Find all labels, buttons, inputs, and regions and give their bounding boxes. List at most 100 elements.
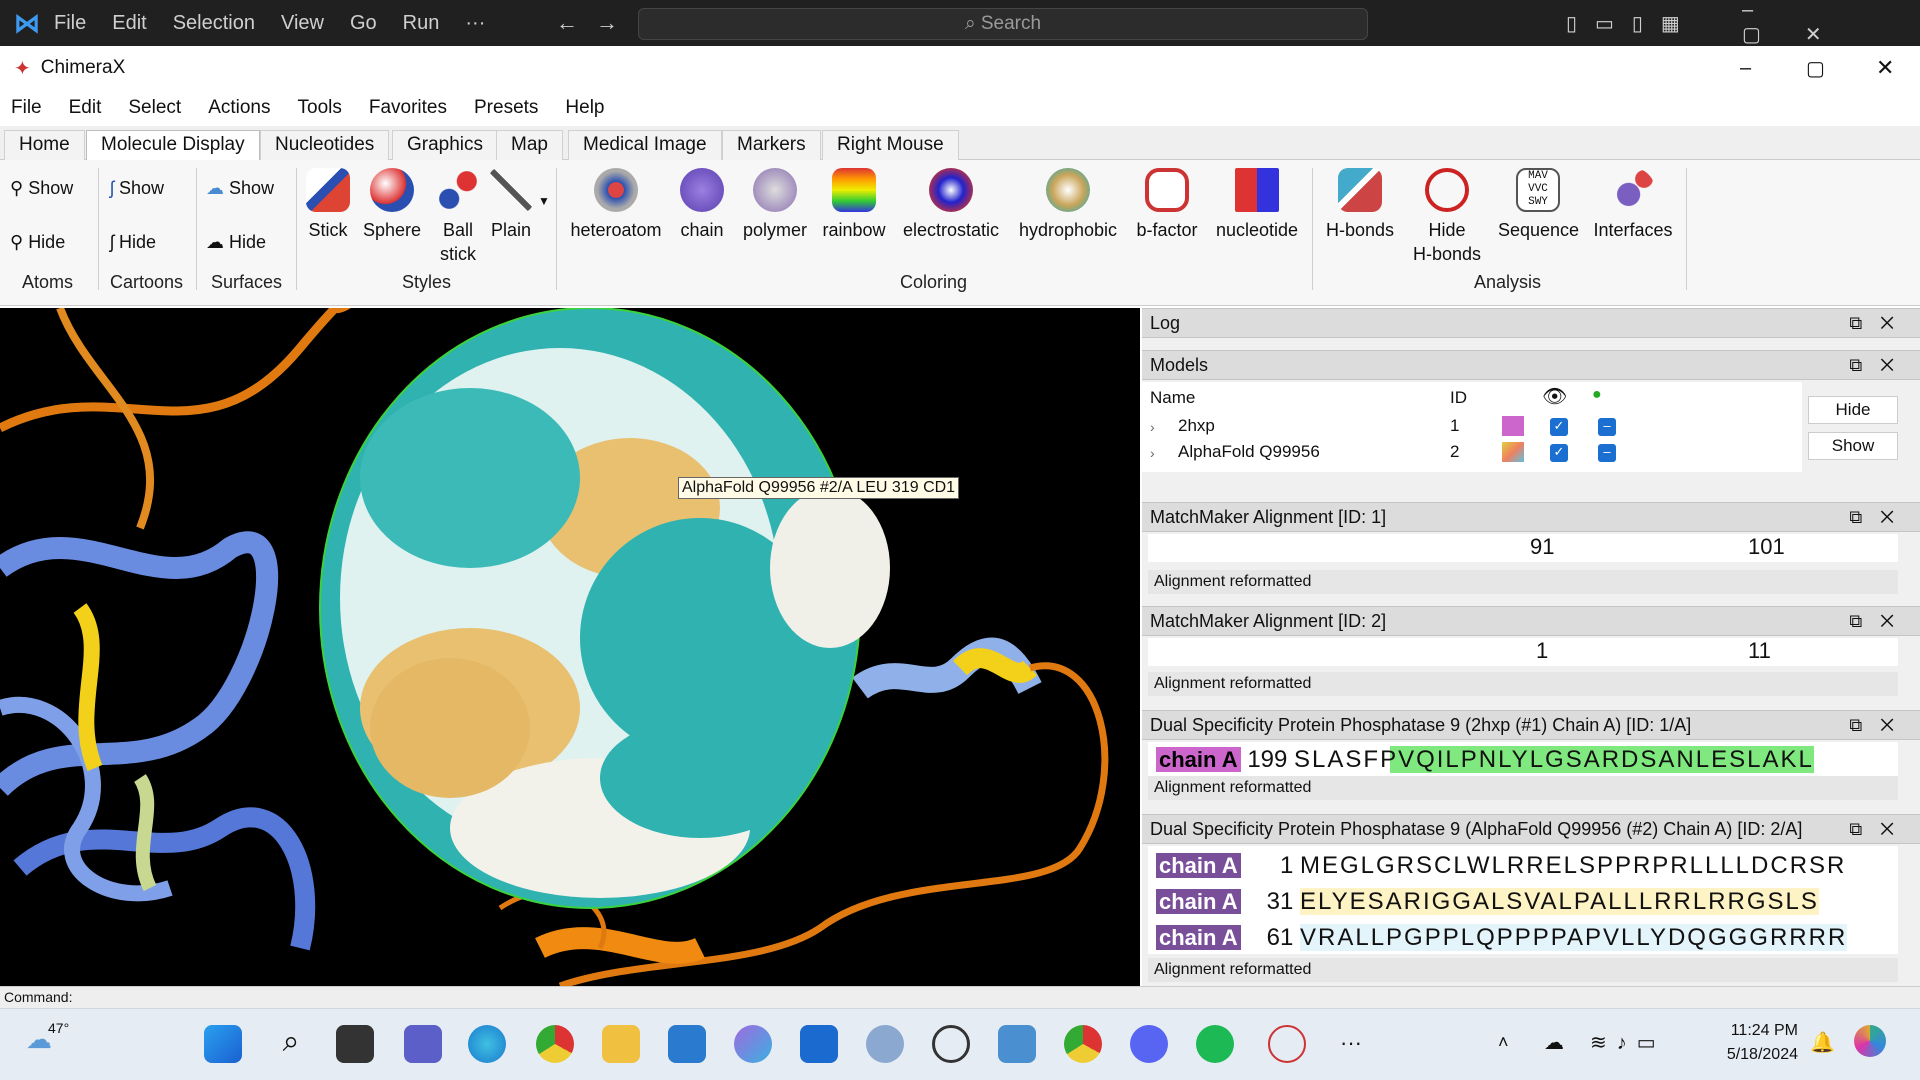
- chrome-icon[interactable]: [536, 1025, 574, 1063]
- models-hide-button[interactable]: Hide: [1808, 396, 1898, 424]
- color-rainbow-button[interactable]: rainbow: [822, 168, 886, 242]
- store-icon[interactable]: [668, 1025, 706, 1063]
- hide-hbonds-button[interactable]: Hide H-bonds: [1410, 168, 1484, 266]
- table-row[interactable]: › AlphaFold Q99956 2 ✓ –: [1150, 442, 1790, 466]
- menu-help[interactable]: Help: [565, 97, 604, 119]
- spotify-icon[interactable]: [1196, 1025, 1234, 1063]
- panel-controls[interactable]: ⧉✕: [1849, 503, 1912, 531]
- onedrive-icon[interactable]: ☁: [1544, 1030, 1564, 1055]
- tab-right-mouse[interactable]: Right Mouse: [822, 130, 959, 160]
- select-checkbox[interactable]: –: [1598, 418, 1616, 436]
- chevron-up-icon[interactable]: ˄: [1498, 1032, 1509, 1053]
- task-view-icon[interactable]: [336, 1025, 374, 1063]
- chatgpt-icon[interactable]: [932, 1025, 970, 1063]
- vs-menu-go[interactable]: Go: [350, 12, 377, 35]
- visible-checkbox[interactable]: ✓: [1550, 444, 1568, 462]
- more-icon[interactable]: ···: [1340, 1030, 1362, 1056]
- file-explorer-icon[interactable]: [602, 1025, 640, 1063]
- tab-map[interactable]: Map: [496, 130, 563, 160]
- tab-nucleotides[interactable]: Nucleotides: [260, 130, 390, 160]
- outlook-icon[interactable]: [800, 1025, 838, 1063]
- system-tray-icons[interactable]: ≋♪▭: [1590, 1030, 1666, 1055]
- vs-window-controls[interactable]: –▢✕: [1742, 0, 1920, 47]
- style-stick-button[interactable]: Stick: [306, 168, 350, 242]
- panel-controls[interactable]: ⧉✕: [1849, 351, 1912, 379]
- chevron-down-icon[interactable]: ▼: [538, 194, 550, 208]
- graphics-viewport[interactable]: AlphaFold Q99956 #2/A LEU 319 CD1: [0, 308, 1140, 986]
- clock-time[interactable]: 11:24 PM: [1718, 1022, 1798, 1040]
- copilot-pre-icon[interactable]: [1854, 1025, 1886, 1057]
- atoms-hide-button[interactable]: ⚲ Hide: [10, 232, 65, 253]
- sequence-button[interactable]: MAV VVC SWY Sequence: [1498, 168, 1579, 242]
- style-ballstick-button[interactable]: Ball stick: [436, 168, 480, 266]
- color-chain-button[interactable]: chain: [676, 168, 728, 242]
- panel-controls[interactable]: ⧉✕: [1849, 815, 1912, 843]
- back-arrow-icon[interactable]: ←: [556, 10, 578, 36]
- vs-menu-run[interactable]: Run: [403, 12, 440, 35]
- chimerax-task-icon[interactable]: [1268, 1025, 1306, 1063]
- tab-home[interactable]: Home: [4, 130, 85, 160]
- dsp1-sequence[interactable]: chain A 199 SLASFPVQILPNLYLGSARDSANLESLA…: [1148, 742, 1898, 776]
- surfaces-hide-button[interactable]: ☁ Hide: [206, 232, 266, 253]
- edge-icon[interactable]: [468, 1025, 506, 1063]
- forward-arrow-icon[interactable]: →: [596, 10, 618, 36]
- panel-controls[interactable]: ⧉✕: [1849, 607, 1912, 635]
- style-sphere-button[interactable]: Sphere: [362, 168, 422, 242]
- vs-menu-edit[interactable]: Edit: [112, 12, 146, 35]
- command-line[interactable]: Command:: [0, 986, 1920, 1008]
- menu-file[interactable]: File: [11, 97, 42, 119]
- color-electrostatic-button[interactable]: electrostatic: [902, 168, 1000, 242]
- clock-date[interactable]: 5/18/2024: [1708, 1046, 1798, 1064]
- color-swatch[interactable]: [1502, 416, 1524, 436]
- remote-desktop-icon[interactable]: [998, 1025, 1036, 1063]
- chevron-right-icon[interactable]: ›: [1150, 419, 1155, 435]
- color-polymer-button[interactable]: polymer: [740, 168, 810, 242]
- chrome-profile-icon[interactable]: [1064, 1025, 1102, 1063]
- search-icon[interactable]: ⌕: [272, 1025, 310, 1063]
- close-button[interactable]: ✕: [1876, 55, 1894, 81]
- panel-controls[interactable]: ⧉✕: [1849, 711, 1912, 739]
- maximize-button[interactable]: ▢: [1806, 56, 1825, 81]
- layout-icons[interactable]: ▯▭▯▦: [1566, 11, 1698, 36]
- menu-presets[interactable]: Presets: [474, 97, 538, 119]
- visible-checkbox[interactable]: ✓: [1550, 418, 1568, 436]
- table-row[interactable]: › 2hxp 1 ✓ –: [1150, 416, 1790, 440]
- style-plain-button[interactable]: Plain: [488, 168, 534, 242]
- menu-select[interactable]: Select: [128, 97, 181, 119]
- tab-markers[interactable]: Markers: [722, 130, 821, 160]
- menu-tools[interactable]: Tools: [298, 97, 342, 119]
- tab-graphics[interactable]: Graphics: [392, 130, 499, 160]
- surfaces-show-button[interactable]: ☁ Show: [206, 178, 274, 199]
- vs-search-box[interactable]: ⌕ Search: [638, 8, 1368, 40]
- hbonds-button[interactable]: H-bonds: [1324, 168, 1396, 242]
- copilot-icon[interactable]: [734, 1025, 772, 1063]
- teams-icon[interactable]: [404, 1025, 442, 1063]
- dsp2-sequence[interactable]: chain A 1 MEGLGRSCLWLRRELSPPRPRLLLLDCRSR…: [1148, 846, 1898, 954]
- menu-edit[interactable]: Edit: [69, 97, 102, 119]
- atoms-show-button[interactable]: ⚲ Show: [10, 178, 73, 199]
- interfaces-button[interactable]: Interfaces: [1592, 168, 1674, 242]
- chevron-right-icon[interactable]: ›: [1150, 445, 1155, 461]
- color-nucleotide-button[interactable]: nucleotide: [1214, 168, 1300, 242]
- tab-medical-image[interactable]: Medical Image: [568, 130, 722, 160]
- minimize-button[interactable]: –: [1740, 57, 1751, 80]
- discord-icon[interactable]: [1130, 1025, 1168, 1063]
- menu-favorites[interactable]: Favorites: [369, 97, 447, 119]
- cartoons-hide-button[interactable]: ʃ Hide: [110, 232, 156, 253]
- models-show-button[interactable]: Show: [1808, 432, 1898, 460]
- select-checkbox[interactable]: –: [1598, 444, 1616, 462]
- notification-bell-icon[interactable]: 🔔: [1810, 1030, 1835, 1055]
- vs-menu-selection[interactable]: Selection: [173, 12, 255, 35]
- tab-molecule-display[interactable]: Molecule Display: [86, 130, 260, 160]
- color-hydrophobic-button[interactable]: hydrophobic: [1016, 168, 1120, 242]
- vs-menu-more[interactable]: ···: [465, 12, 485, 35]
- color-heteroatom-button[interactable]: heteroatom: [568, 168, 664, 242]
- vs-menu-view[interactable]: View: [281, 12, 324, 35]
- vs-menu-file[interactable]: File: [54, 12, 86, 35]
- panel-controls[interactable]: ⧉✕: [1849, 309, 1912, 337]
- r-icon[interactable]: [866, 1025, 904, 1063]
- windows-start-icon[interactable]: [204, 1025, 242, 1063]
- menu-actions[interactable]: Actions: [208, 97, 270, 119]
- cartoons-show-button[interactable]: ʃ Show: [110, 178, 164, 199]
- color-swatch[interactable]: [1502, 442, 1524, 462]
